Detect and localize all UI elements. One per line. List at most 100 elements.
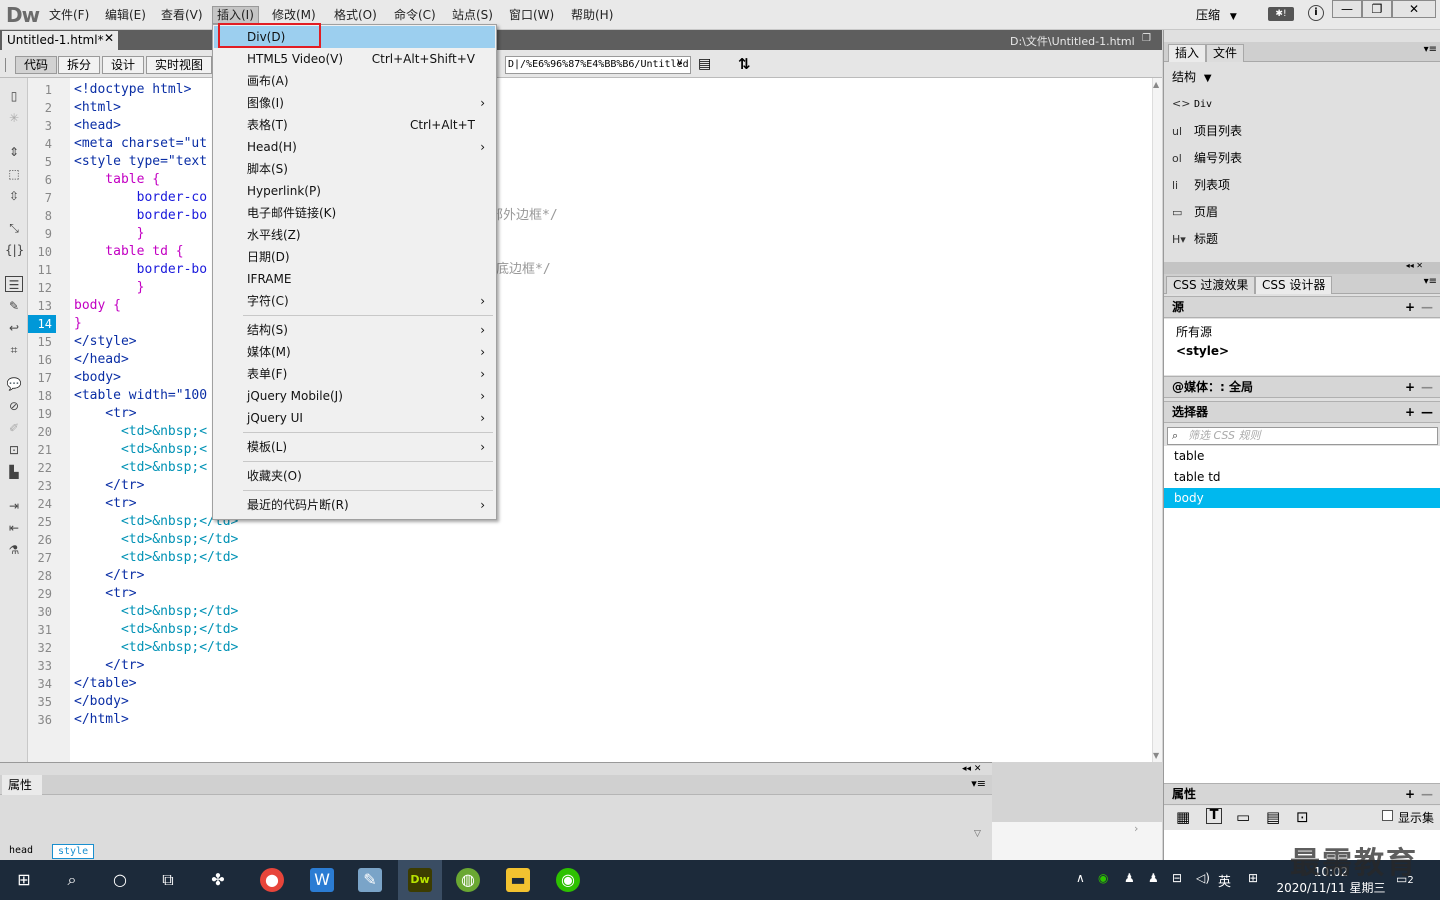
workspace-switcher[interactable]: 压缩 ▼ xyxy=(1196,6,1237,23)
syntax-error-icon[interactable]: ⌗ xyxy=(5,342,23,358)
remove-comment-icon[interactable]: ⊘ xyxy=(5,398,23,414)
panel-options-icon[interactable]: ▾≡ xyxy=(1424,44,1437,55)
expand-all-icon[interactable]: ⇳ xyxy=(5,188,23,204)
remove-icon[interactable]: — xyxy=(1421,784,1433,805)
horizontal-scrollbar[interactable]: › xyxy=(992,822,1162,860)
menu-commands[interactable]: 命令(C) xyxy=(390,6,440,24)
tray-expand-icon[interactable]: ∧ xyxy=(1076,871,1085,885)
insert-menu-item[interactable]: 结构(S) › xyxy=(214,319,495,341)
remove-icon[interactable]: — xyxy=(1421,402,1433,423)
text-icon[interactable]: T xyxy=(1206,808,1222,824)
tab-css-designer[interactable]: CSS 设计器 xyxy=(1255,276,1333,294)
source-style[interactable]: <style> xyxy=(1176,344,1229,358)
insert-menu-item[interactable]: 最近的代码片断(R) › xyxy=(214,494,495,516)
notepad-icon[interactable]: ✎ xyxy=(358,868,382,892)
word-wrap-icon[interactable]: ↩ xyxy=(5,320,23,336)
properties-tab[interactable]: 属性 xyxy=(2,775,42,795)
insert-menu-item[interactable]: IFRAME xyxy=(214,268,495,290)
network-icon[interactable]: ⊟ xyxy=(1172,871,1182,885)
close-button[interactable]: ✕ xyxy=(1392,0,1436,18)
insert-menu-item[interactable]: 收藏夹(O) xyxy=(214,465,495,487)
tab-files[interactable]: 文件 xyxy=(1206,44,1245,62)
live-view-button[interactable]: 实时视图 xyxy=(146,56,213,74)
insert-list-item[interactable]: li 列表项 xyxy=(1172,176,1230,193)
vertical-scrollbar[interactable]: ▲ ▼ xyxy=(1152,78,1162,762)
select-parent-tag-icon[interactable]: ⤡ xyxy=(5,220,23,236)
filter-css-input[interactable]: ⌕ 筛选 CSS 规则 xyxy=(1167,427,1438,445)
remove-icon[interactable]: — xyxy=(1421,377,1433,398)
search-icon[interactable]: ⌕ xyxy=(60,868,84,892)
scroll-up-icon[interactable]: ▲ xyxy=(1153,80,1159,89)
tag-selector-head[interactable]: head xyxy=(4,844,38,859)
insert-menu-item[interactable]: HTML5 Video(V) Ctrl+Alt+Shift+V xyxy=(214,48,495,70)
tab-insert[interactable]: 插入 xyxy=(1168,44,1207,62)
panel-options-icon[interactable]: ▾≡ xyxy=(971,777,986,790)
windows-start-icon[interactable]: ⊞ xyxy=(12,868,36,892)
selector-item[interactable]: table td xyxy=(1164,467,1440,487)
insert-menu-item[interactable]: 画布(A) xyxy=(214,70,495,92)
border-icon[interactable]: ▭ xyxy=(1236,808,1250,826)
split-view-button[interactable]: 拆分 xyxy=(58,56,101,74)
wechat-icon[interactable]: ◉ xyxy=(556,868,580,892)
ime-indicator[interactable]: 英 xyxy=(1218,871,1231,890)
insert-heading[interactable]: H▾ 标题 xyxy=(1172,230,1218,247)
insert-menu-item[interactable]: 模板(L) › xyxy=(214,436,495,458)
word-icon[interactable]: W xyxy=(310,868,334,892)
menu-site[interactable]: 站点(S) xyxy=(448,6,497,24)
insert-menu-item[interactable]: Head(H) › xyxy=(214,136,495,158)
volume-icon[interactable]: ◁) xyxy=(1196,871,1210,885)
selector-item-active[interactable]: body xyxy=(1164,488,1440,508)
insert-ordered-list[interactable]: ol 编号列表 xyxy=(1172,149,1242,166)
collapse-panel-icon[interactable]: ◂◂ ✕ xyxy=(1406,261,1423,270)
insert-menu-item[interactable]: 电子邮件链接(K) xyxy=(214,202,495,224)
add-icon[interactable]: + xyxy=(1405,377,1415,398)
code-view-button[interactable]: 代码 xyxy=(15,56,58,74)
expand-icon[interactable]: ▽ xyxy=(974,829,981,839)
highlight-invalid-icon[interactable]: ✎ xyxy=(5,298,23,314)
minimize-button[interactable]: — xyxy=(1332,0,1362,18)
insert-div[interactable]: <> Div xyxy=(1172,96,1212,110)
melon-app-icon[interactable]: ◍ xyxy=(456,868,480,892)
insert-menu-item[interactable]: 水平线(Z) xyxy=(214,224,495,246)
maximize-button[interactable]: ❐ xyxy=(1362,0,1392,18)
panel-divider[interactable]: ◂◂ ✕ xyxy=(1164,261,1440,274)
menu-view[interactable]: 查看(V) xyxy=(157,6,207,24)
restore-icon[interactable]: ❐ xyxy=(1142,33,1151,44)
sync-settings-icon[interactable]: ✱! xyxy=(1268,7,1294,21)
tag-selector-style[interactable]: style xyxy=(52,844,95,859)
move-css-icon[interactable]: ▙ xyxy=(5,464,23,480)
indent-code-icon[interactable]: ⇥ xyxy=(5,498,23,514)
background-icon[interactable]: ▤ xyxy=(1266,808,1280,826)
address-field[interactable]: D|/%E6%96%87%E4%BB%B6/Untitled xyxy=(505,56,691,74)
insert-menu-item[interactable]: 脚本(S) xyxy=(214,158,495,180)
collapse-selection-icon[interactable]: ⬚ xyxy=(5,166,23,182)
insert-menu-item[interactable]: 字符(C) › xyxy=(214,290,495,312)
menu-help[interactable]: 帮助(H) xyxy=(567,6,617,24)
insert-menu-item[interactable]: Hyperlink(P) xyxy=(214,180,495,202)
menu-edit[interactable]: 编辑(E) xyxy=(101,6,150,24)
format-source-icon[interactable]: ⚗ xyxy=(5,542,23,558)
open-documents-icon[interactable]: ▯ xyxy=(5,88,23,104)
insert-menu-item[interactable]: 表单(F) › xyxy=(214,363,495,385)
menu-format[interactable]: 格式(O) xyxy=(330,6,381,24)
page-list-icon[interactable]: ▤ xyxy=(698,56,711,72)
panel-options-icon[interactable]: ▾≡ xyxy=(1424,276,1437,287)
insert-menu-item[interactable]: jQuery Mobile(J) › xyxy=(214,385,495,407)
remove-icon[interactable]: — xyxy=(1421,297,1433,318)
apply-comment-icon[interactable]: 💬 xyxy=(5,376,23,392)
insert-menu-item[interactable]: 日期(D) xyxy=(214,246,495,268)
add-icon[interactable]: + xyxy=(1405,297,1415,318)
add-icon[interactable]: + xyxy=(1405,402,1415,423)
sort-icon[interactable]: ⇅ xyxy=(738,55,751,73)
insert-header[interactable]: ▭ 页眉 xyxy=(1172,203,1218,220)
chevron-down-icon[interactable]: ∨ xyxy=(676,57,683,68)
selector-item[interactable]: table xyxy=(1164,446,1440,466)
qq-tray-icon[interactable]: ♟ xyxy=(1124,871,1135,885)
design-view-button[interactable]: 设计 xyxy=(102,56,145,74)
menu-modify[interactable]: 修改(M) xyxy=(268,6,320,24)
add-icon[interactable]: + xyxy=(1405,784,1415,805)
document-tab[interactable]: Untitled-1.html* xyxy=(2,31,118,50)
scroll-down-icon[interactable]: ▼ xyxy=(1153,751,1159,760)
collapse-tag-icon[interactable]: ⇕ xyxy=(5,144,23,160)
menu-insert[interactable]: 插入(I) xyxy=(212,6,259,24)
